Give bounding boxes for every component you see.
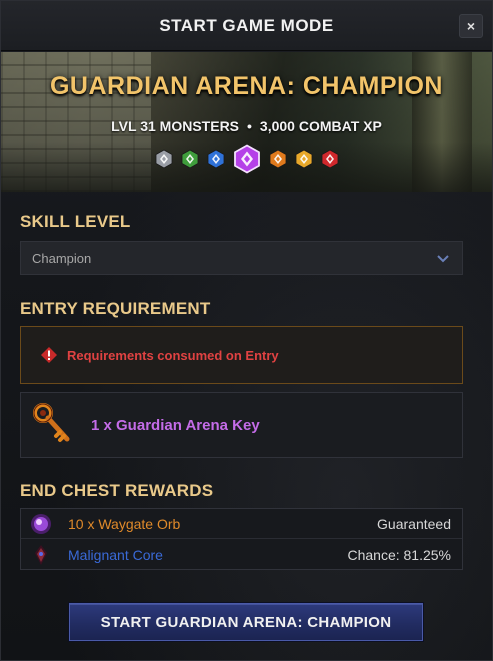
waygate-orb-icon: [31, 513, 51, 534]
guardian-arena-key-icon: [33, 403, 70, 442]
subtitle-separator: •: [247, 118, 252, 134]
reward-name: Malignant Core: [68, 547, 163, 563]
malignant-core-icon: [35, 545, 47, 565]
skill-level-dropdown[interactable]: Champion: [20, 241, 463, 275]
red-tier-gem-icon[interactable]: [320, 149, 340, 169]
entry-requirement-label: ENTRY REQUIREMENT: [20, 299, 211, 318]
reward-status: Chance: 81.25%: [347, 547, 451, 563]
reward-row[interactable]: 10 x Waygate Orb Guaranteed: [21, 509, 462, 539]
requirement-item[interactable]: 1 x Guardian Arena Key: [20, 392, 463, 458]
gray-tier-gem-icon[interactable]: [154, 149, 174, 169]
close-button[interactable]: ×: [459, 14, 483, 38]
start-game-button[interactable]: START GUARDIAN ARENA: CHAMPION: [69, 603, 423, 641]
chevron-down-icon: [437, 255, 449, 263]
start-game-mode-dialog: START GAME MODE × GUARDIAN ARENA: CHAMPI…: [0, 0, 493, 661]
end-chest-rewards-label: END CHEST REWARDS: [20, 481, 214, 500]
warning-diamond-icon: [41, 347, 57, 363]
purple-tier-gem-icon[interactable]: [232, 144, 262, 174]
reward-name: 10 x Waygate Orb: [68, 515, 181, 532]
arena-banner: GUARDIAN ARENA: CHAMPION LVL 31 MONSTERS…: [1, 52, 492, 192]
monster-level: LVL 31 MONSTERS: [111, 118, 240, 134]
tier-gem-selector: [1, 144, 492, 174]
skill-level-value: Champion: [32, 250, 92, 266]
green-tier-gem-icon[interactable]: [180, 149, 200, 169]
reward-row[interactable]: Malignant Core Chance: 81.25%: [21, 540, 462, 570]
requirement-item-label: 1 x Guardian Arena Key: [91, 416, 260, 434]
dialog-title: START GAME MODE: [159, 15, 334, 35]
arena-subtitle: LVL 31 MONSTERS • 3,000 COMBAT XP: [1, 118, 492, 134]
warning-text: Requirements consumed on Entry: [67, 347, 279, 363]
rewards-list: 10 x Waygate Orb Guaranteed Malignant Co…: [20, 508, 463, 570]
requirement-warning: Requirements consumed on Entry: [20, 326, 463, 384]
blue-tier-gem-icon[interactable]: [206, 149, 226, 169]
arena-title: GUARDIAN ARENA: CHAMPION: [49, 72, 443, 100]
gold-tier-gem-icon[interactable]: [294, 149, 314, 169]
dialog-titlebar: START GAME MODE ×: [1, 1, 492, 51]
combat-xp: 3,000 COMBAT XP: [259, 118, 382, 134]
skill-level-label: SKILL LEVEL: [20, 212, 131, 231]
orange-tier-gem-icon[interactable]: [268, 149, 288, 169]
close-icon: ×: [466, 18, 476, 34]
reward-status: Guaranteed: [377, 515, 451, 532]
